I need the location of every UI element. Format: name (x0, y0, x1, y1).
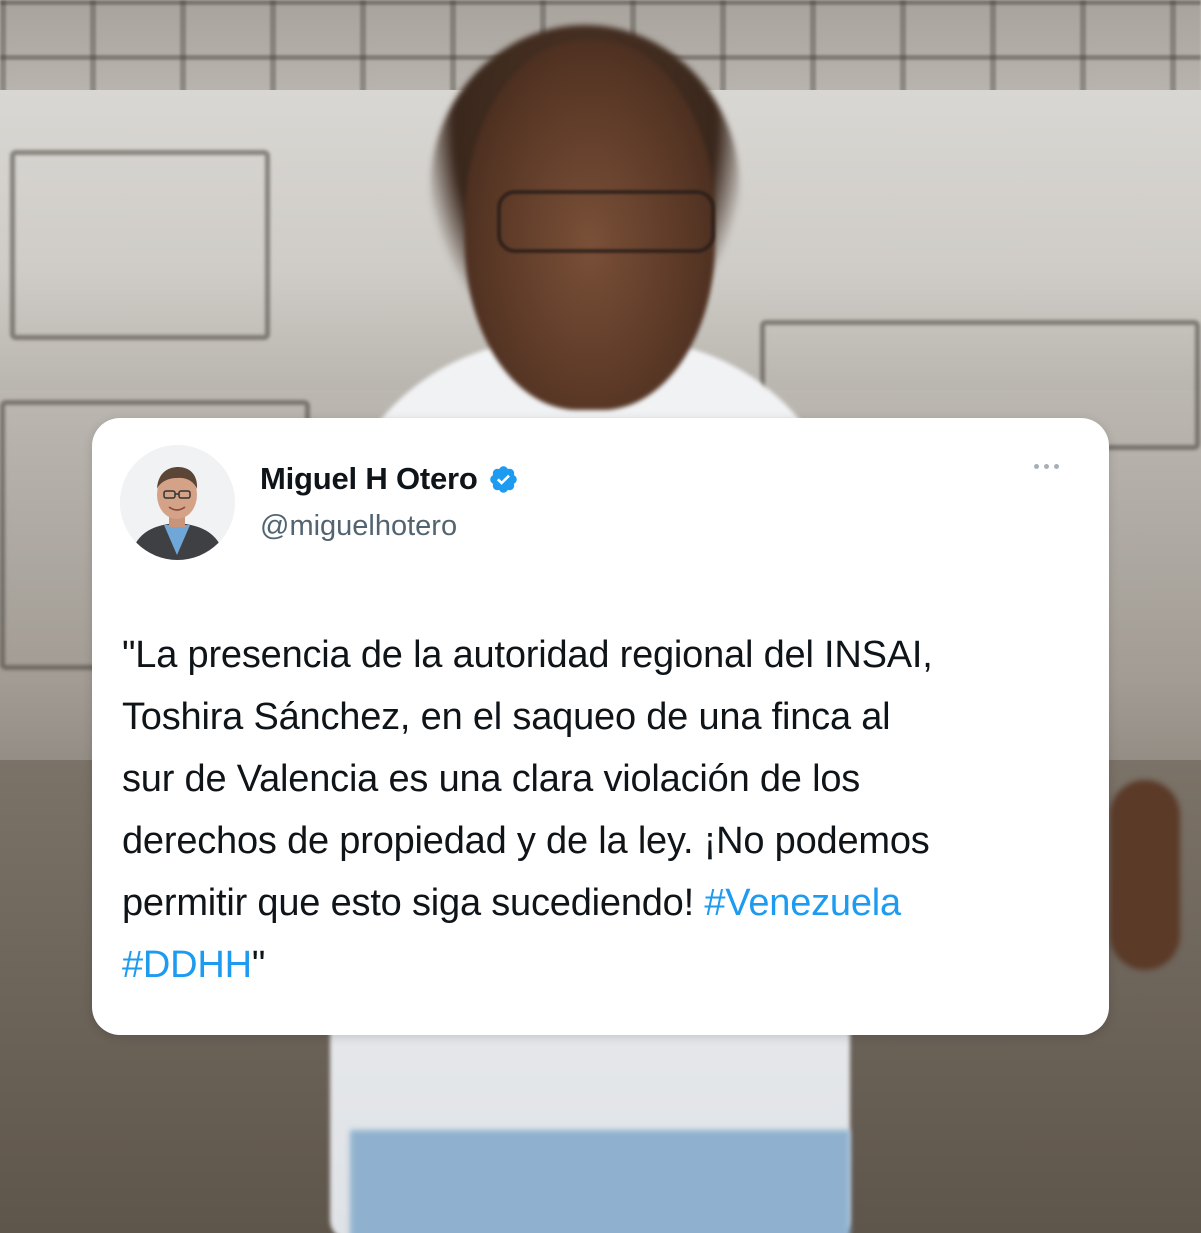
more-dot (1044, 464, 1049, 469)
more-dot (1054, 464, 1059, 469)
person-arm (1110, 780, 1180, 970)
person-jeans (350, 1130, 850, 1233)
author-handle[interactable]: @miguelhotero (260, 510, 457, 543)
verified-badge-icon (489, 465, 517, 493)
more-dot (1034, 464, 1039, 469)
tweet-text-line: "La presencia de la autoridad regional d… (122, 634, 933, 676)
tweet-text-line: permitir que esto siga sucediendo! (122, 882, 705, 924)
person-glasses (497, 190, 715, 253)
tweet-text-line: Toshira Sánchez, en el saqueo de una fin… (122, 696, 891, 738)
hashtag-ddhh-link[interactable]: #DDHH (122, 944, 252, 986)
hashtag-venezuela-link[interactable]: #Venezuela (704, 882, 901, 924)
tweet-text-line: " (251, 944, 266, 986)
author-name-row: Miguel H Otero (260, 460, 519, 498)
tweet-text-line: derechos de propiedad y de la ley. ¡No p… (122, 820, 930, 862)
tweet-text-line: sur de Valencia es una clara violación d… (122, 758, 861, 800)
avatar[interactable] (120, 445, 235, 560)
tweet-text: "La presencia de la autoridad regional d… (122, 624, 1092, 996)
background-rack (10, 150, 270, 340)
tweet-card: Miguel H Otero @miguelhotero "La presenc… (92, 418, 1109, 1035)
avatar-portrait (120, 445, 235, 560)
author-name[interactable]: Miguel H Otero (260, 461, 478, 497)
more-horizontal-icon[interactable] (1034, 464, 1059, 469)
